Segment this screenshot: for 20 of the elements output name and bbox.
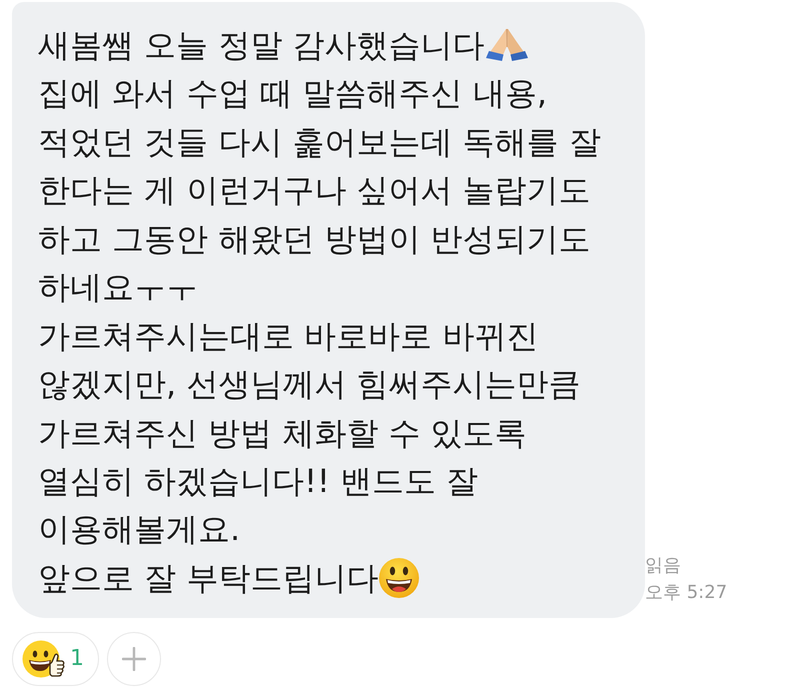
plus-icon xyxy=(122,647,146,672)
read-receipt-label: 읽음 xyxy=(645,554,682,578)
message-text-line: 가르쳐주신 방법 체화할 수 있도록 xyxy=(38,412,527,454)
folded-hands-icon xyxy=(484,28,529,62)
message-text-line: 열심히 하겠습니다!! 밴드도 잘 xyxy=(38,460,478,502)
reaction-count: 1 xyxy=(70,646,84,672)
message-text-line: 적었던 것들 다시 훑어보는데 독해를 잘 xyxy=(38,122,601,163)
message-time: 오후 5:27 xyxy=(645,581,728,606)
message-text-line: 하고 그동안 해왔던 방법이 반성되기도 xyxy=(38,218,591,260)
message-text-line: 않겠지만, 선생님께서 힘써주시는만큼 xyxy=(38,364,581,406)
message-text-line: 앞으로 잘 부탁드립니다 xyxy=(38,558,378,599)
message-text-line: 하네요ㅜㅜ xyxy=(38,267,198,308)
message-text-line: 집에 와서 수업 때 말씀해주신 내용, xyxy=(38,73,548,114)
message-text-line: 한다는 게 이런거구나 싶어서 놀랍기도 xyxy=(38,170,591,212)
message-text-line: 새봄쌤 오늘 정말 감사했습니다 xyxy=(38,25,485,66)
message-text-line: 이용해볼게요. xyxy=(38,509,240,550)
reaction-chip[interactable]: 1 xyxy=(12,632,99,686)
smiley-thumbs-up-icon xyxy=(22,640,66,678)
grinning-face-icon xyxy=(378,557,420,600)
message-text-line: 가르쳐주시는대로 바로바로 바뀌진 xyxy=(38,316,538,357)
